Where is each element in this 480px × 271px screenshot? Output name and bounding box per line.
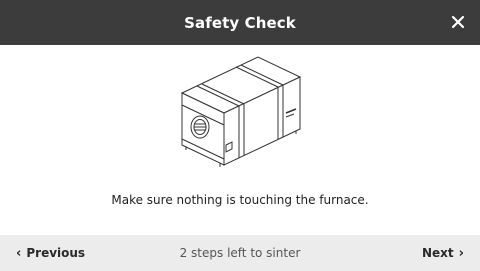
next-label: Next [421,246,454,260]
page-title: Safety Check [184,13,296,32]
chevron-left-icon: ‹ [16,245,22,261]
previous-button[interactable]: ‹ Previous [16,235,85,271]
footer-bar: 2 steps left to sinter ‹ Previous Next › [0,235,480,271]
header-bar: Safety Check [0,0,480,45]
previous-label: Previous [26,246,86,260]
safety-check-screen: Safety Check Make sure nothing is touchi… [0,0,480,271]
close-icon [451,15,465,29]
chevron-right-icon: › [458,245,464,261]
instruction-text: Make sure nothing is touching the furnac… [111,193,369,207]
main-content: Make sure nothing is touching the furnac… [0,45,480,235]
furnace-illustration [180,56,302,167]
close-button[interactable] [450,14,466,30]
next-button[interactable]: Next › [422,235,464,271]
